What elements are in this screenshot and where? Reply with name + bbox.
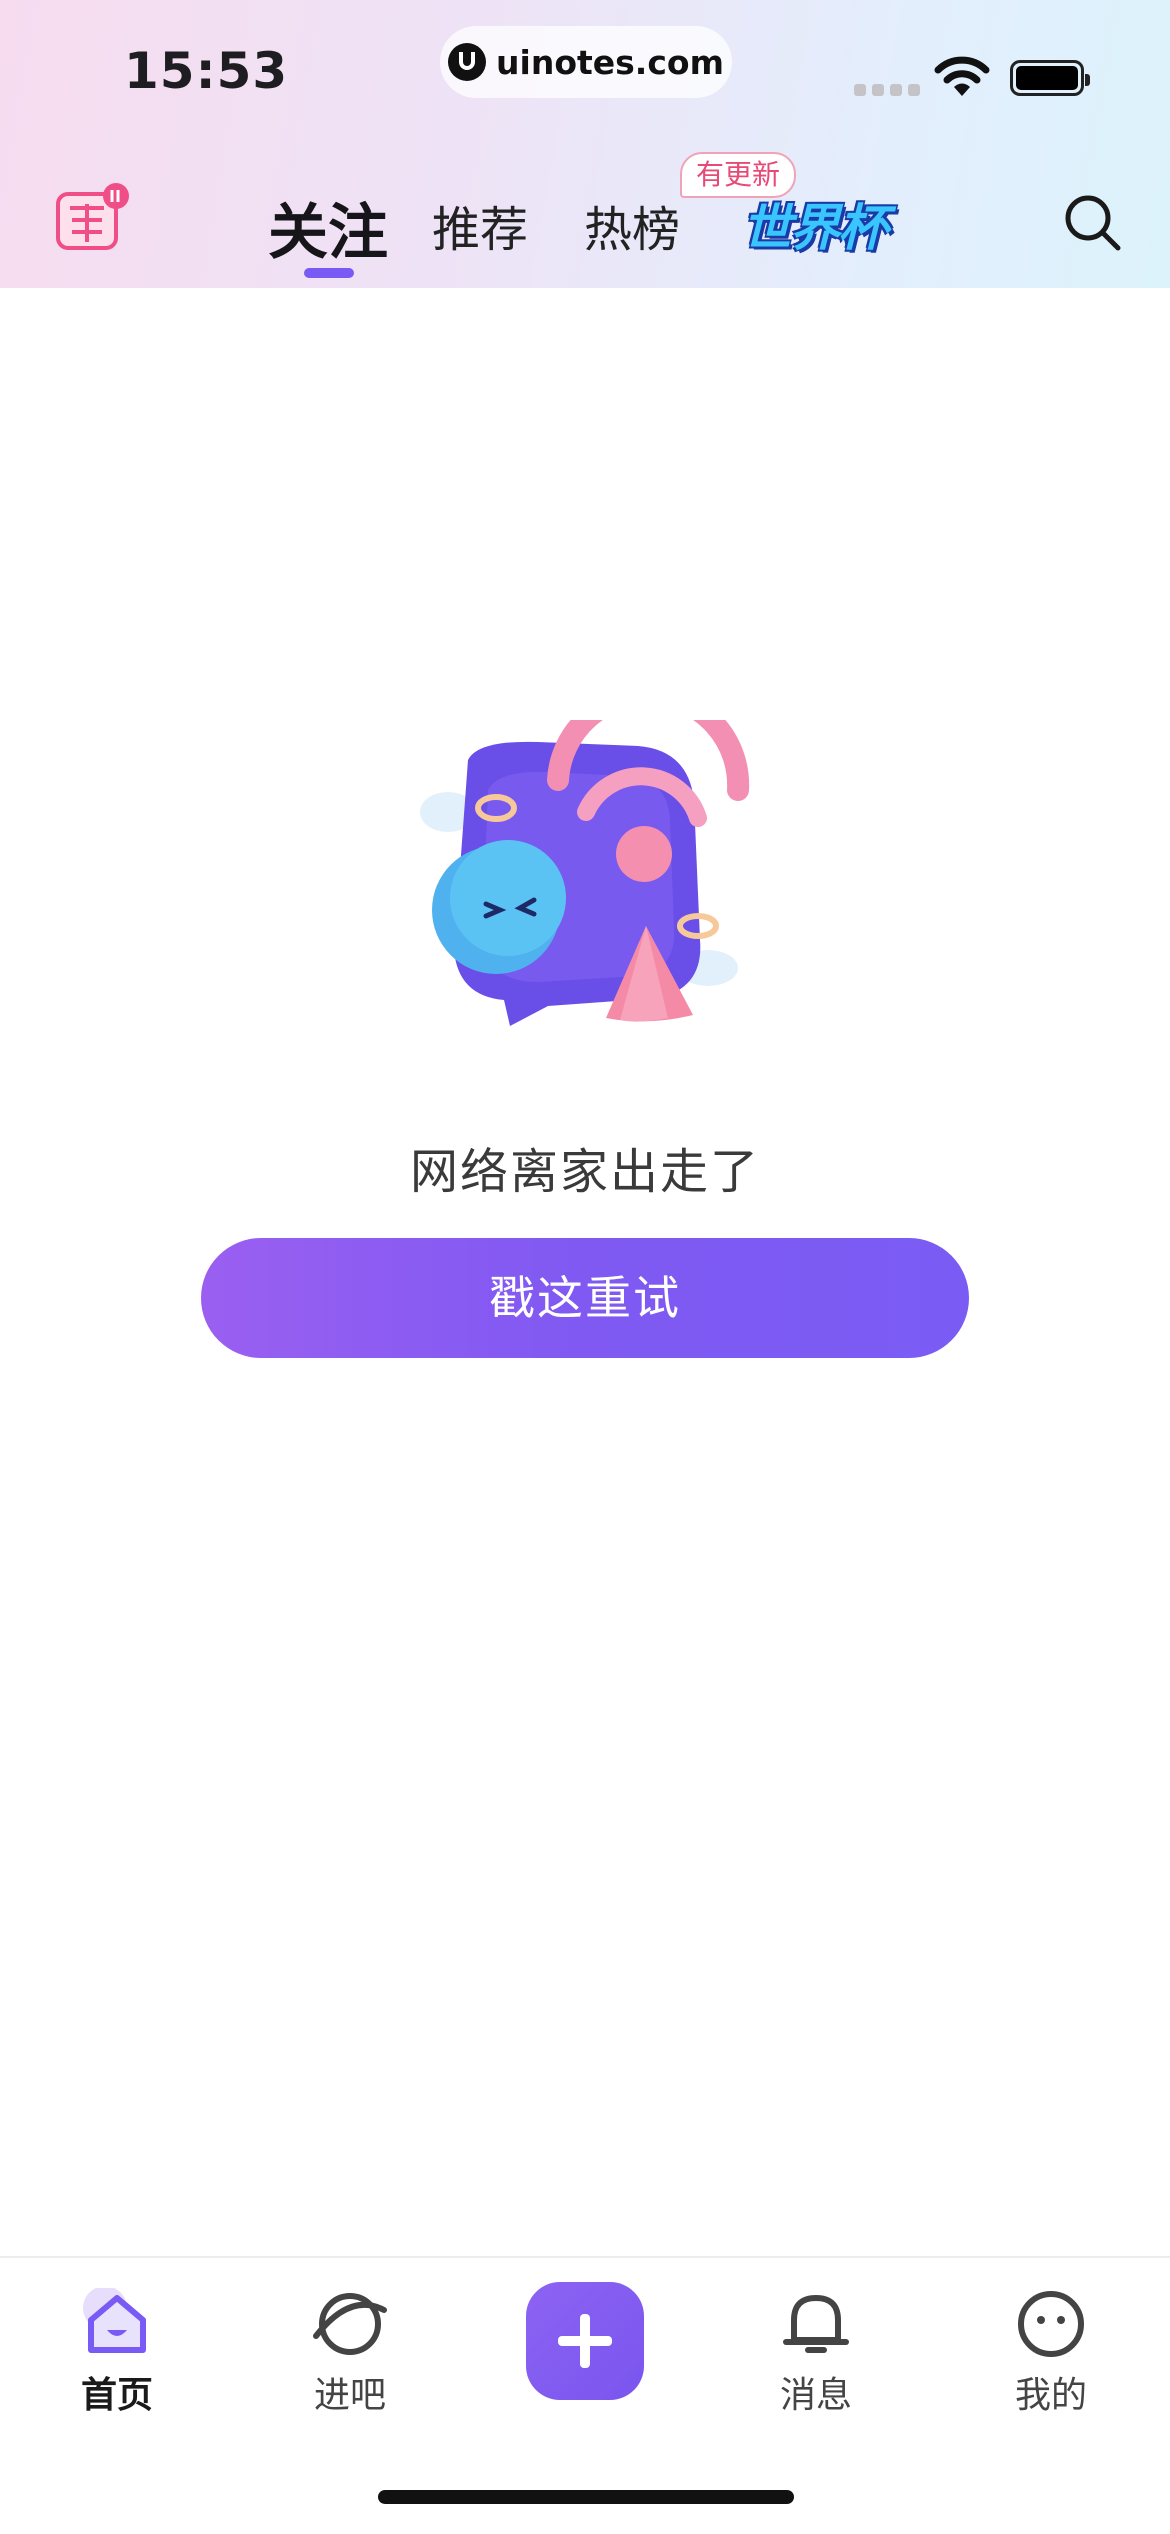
tabbar-label-home: 首页: [80, 2375, 153, 2416]
tabbar-label-profile: 我的: [1014, 2375, 1087, 2416]
home-icon: [83, 2288, 146, 2353]
tabbar-label-explore: 进吧: [313, 2375, 386, 2416]
live-broadcast-logo-icon[interactable]: [54, 182, 132, 252]
tabbar-item-profile[interactable]: 我的: [971, 2288, 1131, 2418]
tab-recommend[interactable]: 推荐: [432, 190, 528, 260]
tab-follow[interactable]: 关注: [268, 184, 388, 271]
planet-icon: [313, 2293, 387, 2355]
tab-hot-list[interactable]: 热榜: [584, 190, 680, 260]
status-time: 15:53: [124, 42, 289, 100]
battery-icon: [1010, 60, 1090, 96]
retry-button[interactable]: 戳这重试: [201, 1238, 969, 1358]
tabbar-label-messages: 消息: [779, 2375, 852, 2416]
tabbar-item-messages[interactable]: 消息: [736, 2288, 896, 2418]
bell-icon: [783, 2295, 849, 2353]
tab-world-cup[interactable]: 世界杯: [742, 188, 888, 260]
tabbar-item-home[interactable]: 首页: [37, 2288, 197, 2418]
tabbar-item-explore[interactable]: 进吧: [270, 2288, 430, 2418]
active-tab-indicator: [304, 268, 354, 278]
search-icon[interactable]: [1060, 190, 1124, 254]
network-offline-illustration: [420, 720, 750, 1026]
create-post-button[interactable]: [526, 2282, 644, 2400]
profile-face-icon: [1018, 2291, 1084, 2357]
site-logo-icon: [448, 43, 487, 81]
home-indicator: [378, 2490, 794, 2504]
cellular-signal-icon: [854, 84, 920, 96]
wifi-icon: [934, 56, 990, 96]
empty-state-message: 网络离家出走了: [409, 1144, 760, 1200]
url-pill[interactable]: uinotes.com: [440, 26, 732, 98]
url-text: uinotes.com: [496, 42, 724, 82]
